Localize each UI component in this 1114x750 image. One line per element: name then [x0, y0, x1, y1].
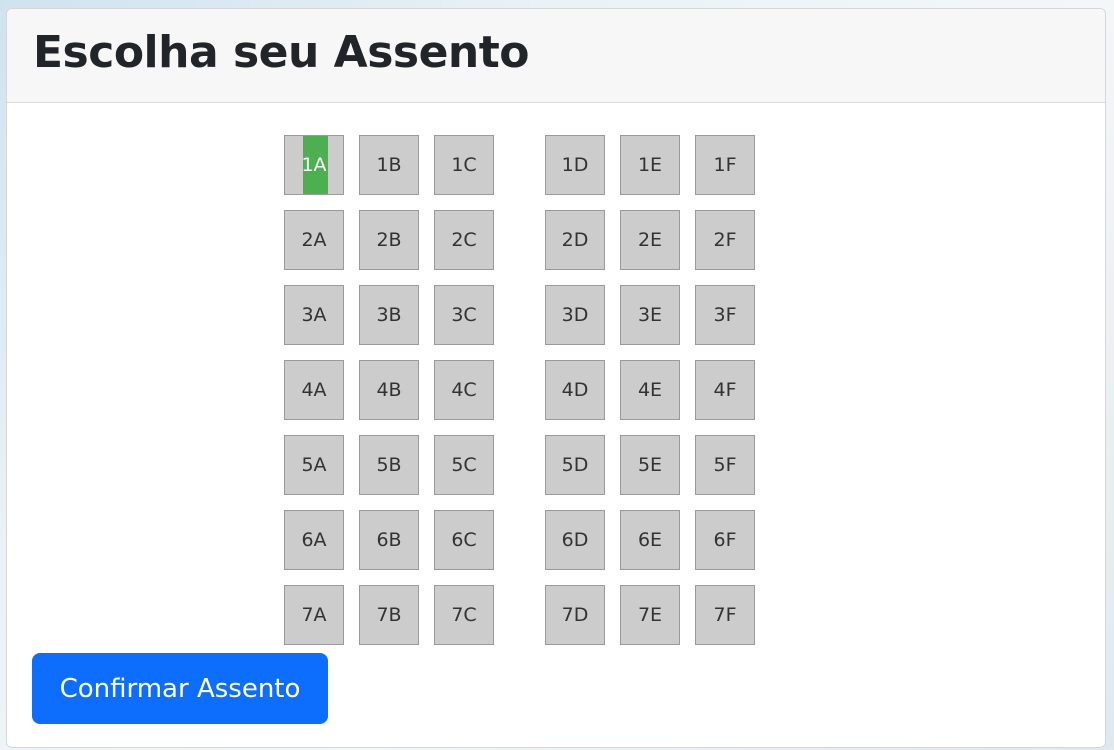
seat-map: 1A 1B 1C 1D 1E 1F 2A 2B 2C 2D 2E 2F 3A 3B 3C 3D 3E 3F 4A 4B…: [7, 9, 1105, 747]
seat-7f[interactable]: 7F: [695, 585, 755, 645]
seat-label: 4A: [301, 379, 327, 401]
seat-5a[interactable]: 5A: [284, 435, 344, 495]
seat-3a[interactable]: 3A: [284, 285, 344, 345]
seat-7b[interactable]: 7B: [359, 585, 419, 645]
seat-4c[interactable]: 4C: [434, 360, 494, 420]
seat-label: 5C: [451, 454, 477, 476]
seat-label: 7E: [637, 604, 663, 626]
seat-1d[interactable]: 1D: [545, 135, 605, 195]
seat-label: 2C: [451, 229, 477, 251]
seat-label: 4C: [451, 379, 477, 401]
seat-4a[interactable]: 4A: [284, 360, 344, 420]
seat-label: 6C: [451, 529, 477, 551]
seat-label: 7F: [713, 604, 737, 626]
seat-5c[interactable]: 5C: [434, 435, 494, 495]
seat-2a[interactable]: 2A: [284, 210, 344, 270]
seat-2e[interactable]: 2E: [620, 210, 680, 270]
seat-2d[interactable]: 2D: [545, 210, 605, 270]
seat-label: 5F: [713, 454, 737, 476]
seat-1e[interactable]: 1E: [620, 135, 680, 195]
seat-label: 3D: [561, 304, 589, 326]
confirm-seat-button[interactable]: Confirmar Assento: [32, 653, 328, 724]
seat-2f[interactable]: 2F: [695, 210, 755, 270]
seat-6e[interactable]: 6E: [620, 510, 680, 570]
seat-label: 1C: [451, 154, 477, 176]
seat-3c[interactable]: 3C: [434, 285, 494, 345]
seat-7e[interactable]: 7E: [620, 585, 680, 645]
seat-6a[interactable]: 6A: [284, 510, 344, 570]
seat-label: 1B: [376, 154, 402, 176]
seat-label: 4D: [561, 379, 589, 401]
seat-7c[interactable]: 7C: [434, 585, 494, 645]
seat-label: 2A: [301, 229, 327, 251]
seat-3d[interactable]: 3D: [545, 285, 605, 345]
seat-label: 2E: [637, 229, 663, 251]
seat-label: 4B: [376, 379, 402, 401]
seat-7a[interactable]: 7A: [284, 585, 344, 645]
seat-4d[interactable]: 4D: [545, 360, 605, 420]
seat-label: 5A: [301, 454, 327, 476]
seat-label: 7A: [301, 604, 327, 626]
seat-label: 2B: [376, 229, 402, 251]
seat-label: 4F: [713, 379, 737, 401]
seat-1b[interactable]: 1B: [359, 135, 419, 195]
seat-1c[interactable]: 1C: [434, 135, 494, 195]
seat-label: 3A: [301, 304, 327, 326]
seat-4e[interactable]: 4E: [620, 360, 680, 420]
seat-selection-card: Escolha seu Assento 1A 1B 1C 1D 1E 1F 2A 2B 2C 2D…: [6, 8, 1106, 748]
seat-label: 5E: [637, 454, 663, 476]
seat-label: 7B: [376, 604, 402, 626]
seat-4f[interactable]: 4F: [695, 360, 755, 420]
seat-2c[interactable]: 2C: [434, 210, 494, 270]
seat-label: 6D: [561, 529, 589, 551]
seat-label: 5B: [376, 454, 402, 476]
seat-label: 3C: [451, 304, 477, 326]
seat-label: 1A: [301, 154, 327, 176]
seat-3f[interactable]: 3F: [695, 285, 755, 345]
seat-6b[interactable]: 6B: [359, 510, 419, 570]
seat-label: 2D: [561, 229, 589, 251]
seat-label: 1F: [713, 154, 737, 176]
seat-label: 1D: [561, 154, 589, 176]
seat-3b[interactable]: 3B: [359, 285, 419, 345]
seat-5f[interactable]: 5F: [695, 435, 755, 495]
seat-5e[interactable]: 5E: [620, 435, 680, 495]
seat-label: 1E: [637, 154, 663, 176]
seat-label: 4E: [637, 379, 663, 401]
seat-label: 7D: [561, 604, 589, 626]
seat-label: 7C: [451, 604, 477, 626]
seat-label: 6E: [637, 529, 663, 551]
seat-5b[interactable]: 5B: [359, 435, 419, 495]
seat-7d[interactable]: 7D: [545, 585, 605, 645]
seat-label: 5D: [561, 454, 589, 476]
seat-1a[interactable]: 1A: [284, 135, 344, 195]
seat-6d[interactable]: 6D: [545, 510, 605, 570]
seat-label: 3E: [637, 304, 663, 326]
seat-label: 3F: [713, 304, 737, 326]
seat-6c[interactable]: 6C: [434, 510, 494, 570]
seat-label: 6A: [301, 529, 327, 551]
seat-1f[interactable]: 1F: [695, 135, 755, 195]
seat-2b[interactable]: 2B: [359, 210, 419, 270]
seat-label: 3B: [376, 304, 402, 326]
seat-5d[interactable]: 5D: [545, 435, 605, 495]
seat-label: 6B: [376, 529, 402, 551]
seat-3e[interactable]: 3E: [620, 285, 680, 345]
seat-label: 2F: [713, 229, 737, 251]
seat-4b[interactable]: 4B: [359, 360, 419, 420]
seat-label: 6F: [713, 529, 737, 551]
seat-6f[interactable]: 6F: [695, 510, 755, 570]
